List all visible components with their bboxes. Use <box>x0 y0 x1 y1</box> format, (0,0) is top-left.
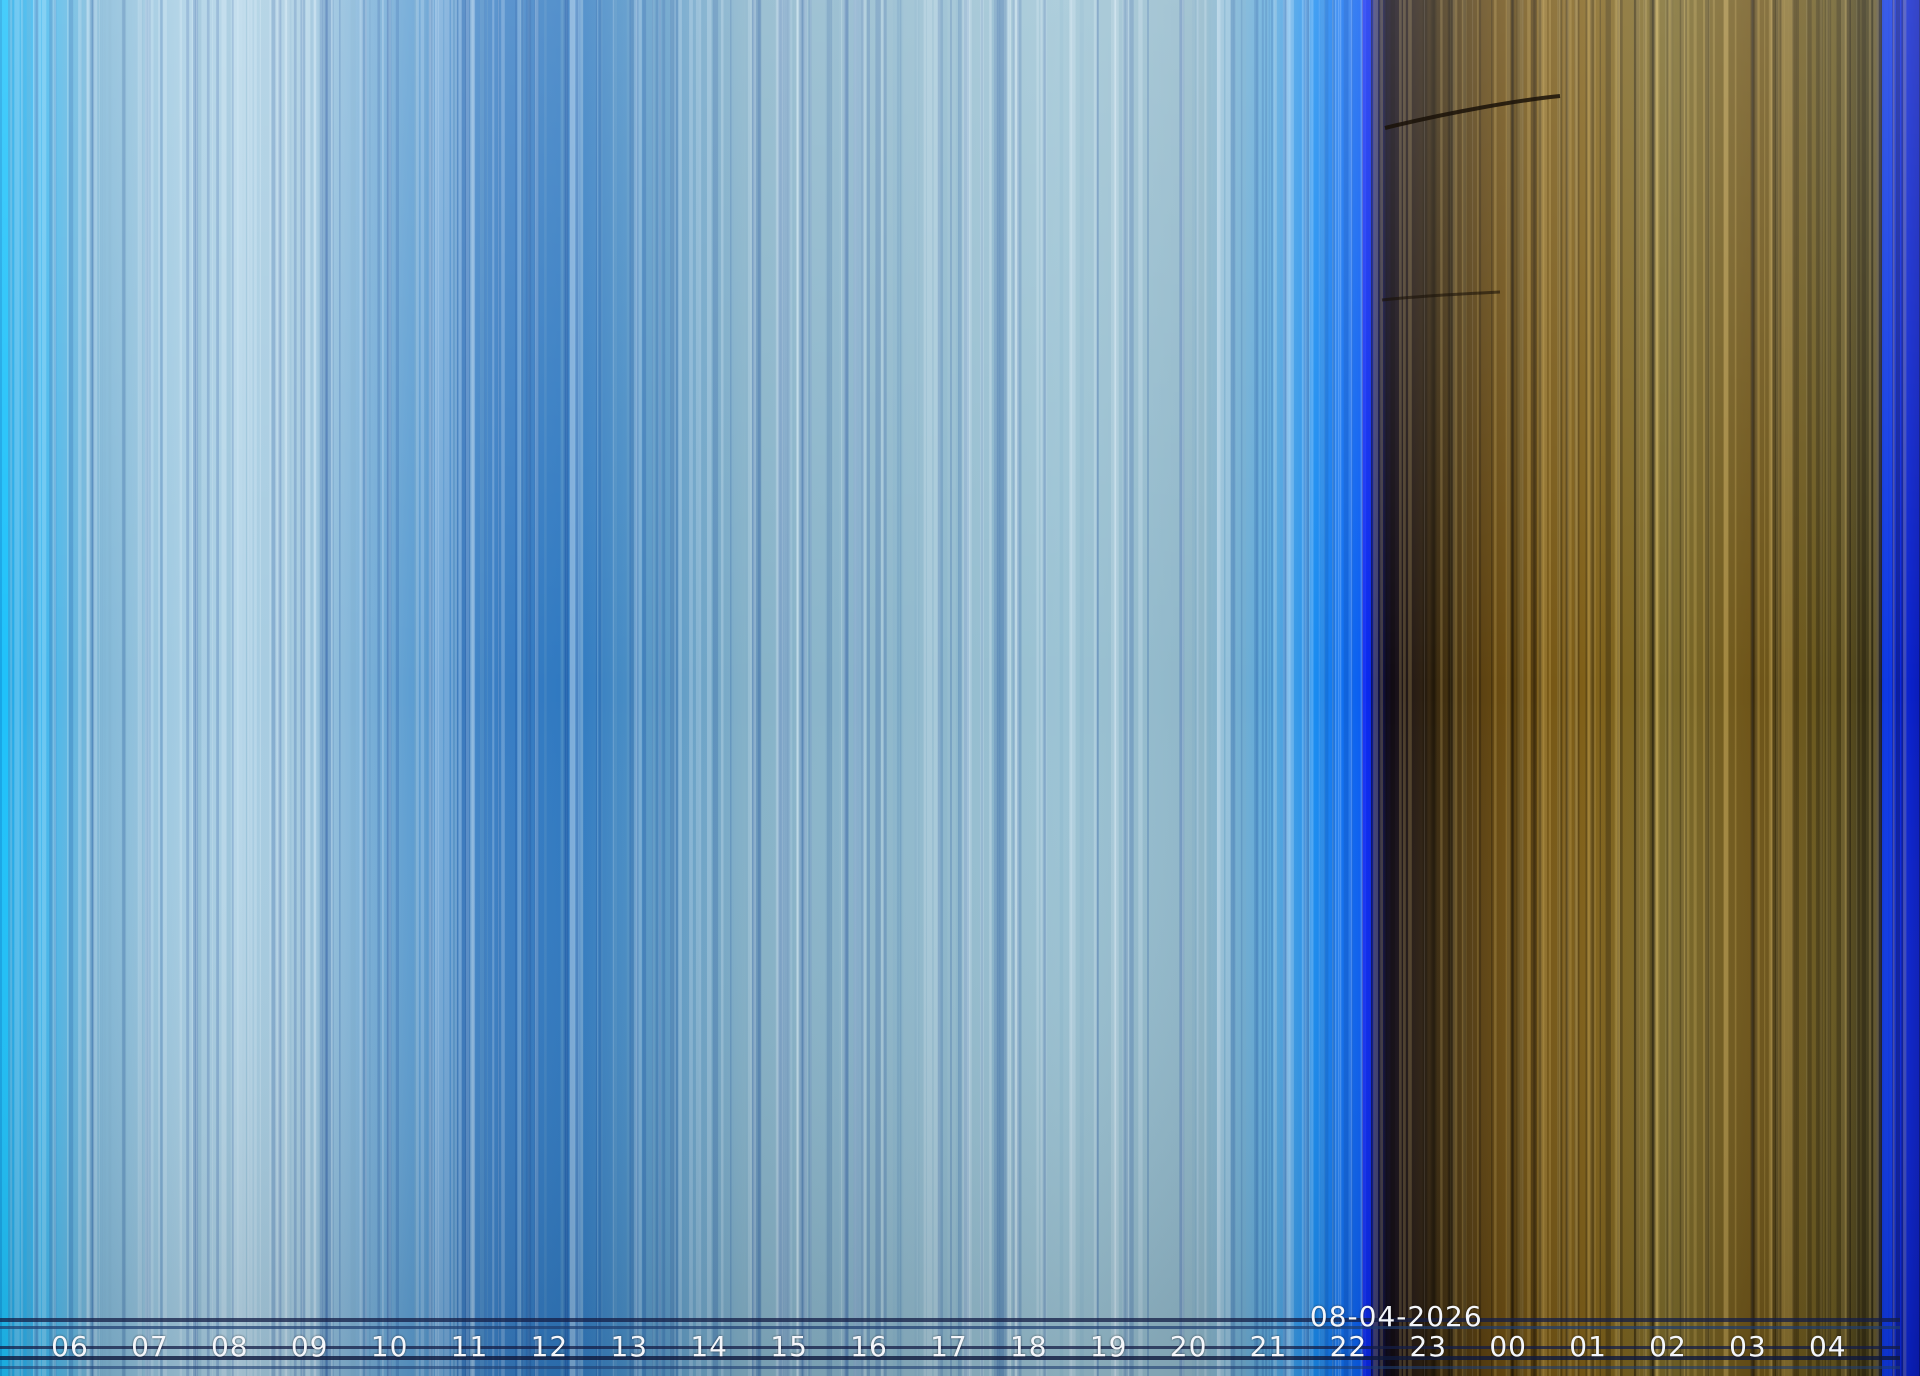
date-label: 08-04-2026 <box>1309 1300 1483 1333</box>
hour-label-15: 15 <box>770 1330 808 1363</box>
keogram-image <box>0 0 1920 1376</box>
hour-label-08: 08 <box>210 1330 249 1363</box>
hour-label-12: 12 <box>530 1330 569 1363</box>
hour-label-19: 19 <box>1089 1330 1128 1363</box>
hour-label-21: 21 <box>1249 1330 1288 1363</box>
hour-label-11: 11 <box>450 1330 489 1363</box>
hour-label-00: 00 <box>1489 1330 1528 1363</box>
hour-label-14: 14 <box>690 1330 729 1363</box>
hour-label-09: 09 <box>290 1330 329 1363</box>
hour-label-10: 10 <box>370 1330 409 1363</box>
bottom-band <box>0 1318 1900 1322</box>
hour-label-20: 20 <box>1169 1330 1208 1363</box>
bottom-band <box>0 1326 1900 1329</box>
hour-label-02: 02 <box>1649 1330 1687 1363</box>
hour-label-23: 23 <box>1409 1330 1448 1363</box>
hour-label-16: 16 <box>850 1330 888 1363</box>
hour-label-06: 06 <box>51 1330 89 1363</box>
hour-label-17: 17 <box>930 1330 968 1363</box>
keogram-view: 08-04-2026 06 07 08 09 10 11 12 13 14 15 16 17 18 19 2… <box>0 0 1920 1376</box>
hour-label-13: 13 <box>610 1330 649 1363</box>
hour-label-07: 07 <box>131 1330 169 1363</box>
hour-label-01: 01 <box>1569 1330 1607 1363</box>
hour-label-18: 18 <box>1009 1330 1048 1363</box>
hour-label-22: 22 <box>1329 1330 1368 1363</box>
bottom-band <box>0 1366 1900 1369</box>
hour-label-04: 04 <box>1808 1330 1847 1363</box>
hour-label-03: 03 <box>1729 1330 1767 1363</box>
